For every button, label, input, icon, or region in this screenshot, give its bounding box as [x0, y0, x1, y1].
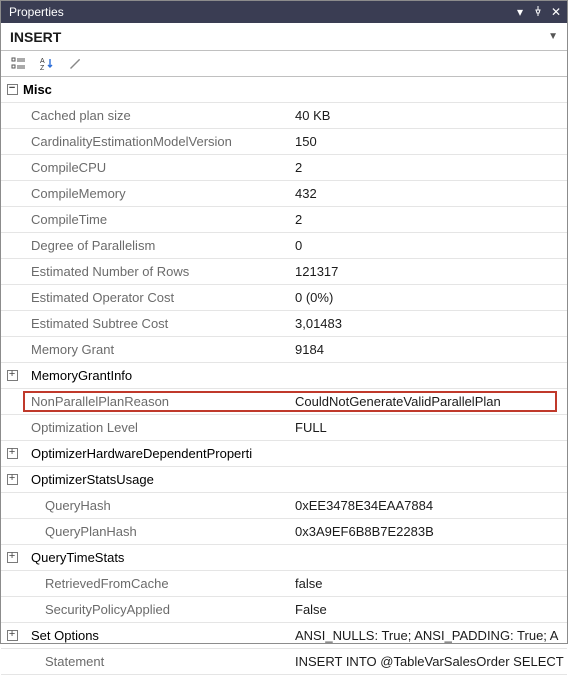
property-label: CardinalityEstimationModelVersion [23, 134, 291, 149]
property-row[interactable]: Degree of Parallelism0 [1, 233, 567, 259]
property-value: 2 [291, 212, 567, 227]
property-row[interactable]: CardinalityEstimationModelVersion150 [1, 129, 567, 155]
property-value: FULL [291, 420, 567, 435]
property-row[interactable]: QueryPlanHash0x3A9EF6B8B7E2283B [1, 519, 567, 545]
property-row[interactable]: +OptimizerStatsUsage [1, 467, 567, 493]
titlebar: Properties ▾ ✕ [1, 1, 567, 23]
property-row[interactable]: +Set OptionsANSI_NULLS: True; ANSI_PADDI… [1, 623, 567, 649]
window-menu-icon[interactable]: ▾ [513, 5, 527, 19]
property-value: 3,01483 [291, 316, 567, 331]
property-label: Cached plan size [23, 108, 291, 123]
property-value: 2 [291, 160, 567, 175]
property-value: 0x3A9EF6B8B7E2283B [291, 524, 567, 539]
property-label: MemoryGrantInfo [23, 368, 291, 383]
property-row[interactable]: Optimization LevelFULL [1, 415, 567, 441]
selected-object: INSERT [10, 29, 61, 45]
property-row[interactable]: CompileMemory432 [1, 181, 567, 207]
property-value: False [291, 602, 567, 617]
expand-icon[interactable]: + [1, 630, 23, 641]
dropdown-icon[interactable]: ▼ [548, 31, 558, 42]
property-value: 150 [291, 134, 567, 149]
sort-button[interactable]: A Z [35, 53, 59, 75]
svg-text:A: A [40, 58, 45, 65]
property-value: 121317 [291, 264, 567, 279]
categorize-button[interactable] [7, 53, 31, 75]
property-label: OptimizerHardwareDependentProperti [23, 446, 291, 461]
window-controls: ▾ ✕ [513, 5, 563, 19]
expand-icon[interactable]: + [1, 552, 23, 563]
property-value: INSERT INTO @TableVarSalesOrder SELECT [291, 654, 567, 669]
property-label: QueryHash [23, 498, 291, 513]
property-row[interactable]: QueryHash0xEE3478E34EAA7884 [1, 493, 567, 519]
property-row[interactable]: SecurityPolicyAppliedFalse [1, 597, 567, 623]
property-label: SecurityPolicyApplied [23, 602, 291, 617]
property-label: RetrievedFromCache [23, 576, 291, 591]
property-label: NonParallelPlanReason [23, 394, 291, 409]
window-title: Properties [9, 5, 64, 19]
property-label: Estimated Number of Rows [23, 264, 291, 279]
property-row[interactable]: Memory Grant9184 [1, 337, 567, 363]
property-row[interactable]: CompileCPU2 [1, 155, 567, 181]
object-selector[interactable]: INSERT ▼ [1, 23, 567, 51]
property-row[interactable]: Estimated Number of Rows121317 [1, 259, 567, 285]
property-value: 0xEE3478E34EAA7884 [291, 498, 567, 513]
property-pages-button[interactable] [63, 53, 87, 75]
property-row[interactable]: +MemoryGrantInfo [1, 363, 567, 389]
property-row[interactable]: RetrievedFromCachefalse [1, 571, 567, 597]
property-label: CompileMemory [23, 186, 291, 201]
property-label: Estimated Operator Cost [23, 290, 291, 305]
property-row[interactable]: +OptimizerHardwareDependentProperti [1, 441, 567, 467]
property-label: Statement [23, 654, 291, 669]
property-row[interactable]: NonParallelPlanReasonCouldNotGenerateVal… [1, 389, 567, 415]
property-label: QueryTimeStats [23, 550, 291, 565]
property-value: 0 [291, 238, 567, 253]
category-row[interactable]: − Misc [1, 77, 567, 103]
property-grid: − Misc Cached plan size40 KBCardinalityE… [1, 77, 567, 675]
property-label: Degree of Parallelism [23, 238, 291, 253]
category-label: Misc [23, 82, 291, 97]
property-row[interactable]: Cached plan size40 KB [1, 103, 567, 129]
property-row[interactable]: Estimated Operator Cost0 (0%) [1, 285, 567, 311]
property-value: false [291, 576, 567, 591]
expand-icon[interactable]: + [1, 474, 23, 485]
close-icon[interactable]: ✕ [549, 5, 563, 19]
expand-icon[interactable]: + [1, 370, 23, 381]
property-row[interactable]: StatementINSERT INTO @TableVarSalesOrder… [1, 649, 567, 675]
property-row[interactable]: CompileTime2 [1, 207, 567, 233]
toolbar: A Z [1, 51, 567, 77]
property-value: 432 [291, 186, 567, 201]
property-value: 9184 [291, 342, 567, 357]
property-label: Estimated Subtree Cost [23, 316, 291, 331]
property-label: CompileCPU [23, 160, 291, 175]
property-row[interactable]: +QueryTimeStats [1, 545, 567, 571]
property-label: CompileTime [23, 212, 291, 227]
property-label: Set Options [23, 628, 291, 643]
property-label: Optimization Level [23, 420, 291, 435]
property-value: ANSI_NULLS: True; ANSI_PADDING: True; A [291, 628, 567, 643]
property-value: 40 KB [291, 108, 567, 123]
property-label: OptimizerStatsUsage [23, 472, 291, 487]
property-value: 0 (0%) [291, 290, 567, 305]
pin-icon[interactable] [531, 5, 545, 19]
property-value: CouldNotGenerateValidParallelPlan [291, 394, 567, 409]
property-label: Memory Grant [23, 342, 291, 357]
expand-icon[interactable]: + [1, 448, 23, 459]
property-row[interactable]: Estimated Subtree Cost3,01483 [1, 311, 567, 337]
svg-text:Z: Z [40, 65, 45, 72]
property-label: QueryPlanHash [23, 524, 291, 539]
collapse-icon[interactable]: − [1, 84, 23, 95]
